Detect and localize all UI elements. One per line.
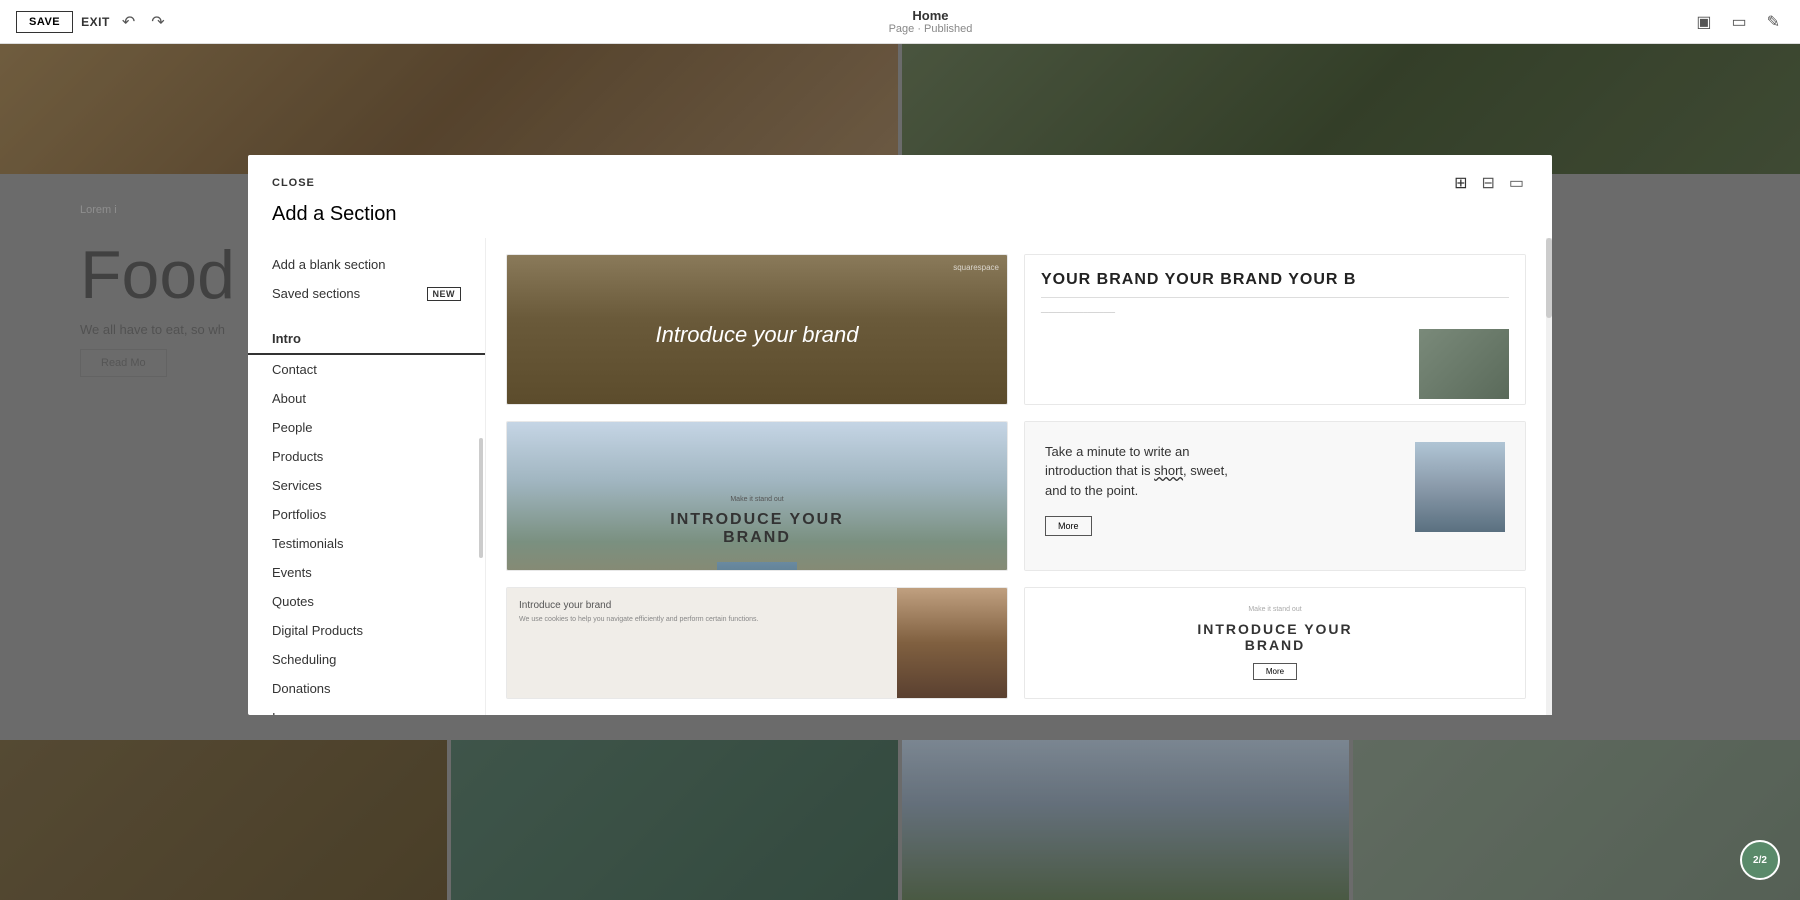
grid-large-view-button[interactable]: ⊞ xyxy=(1450,171,1471,195)
sidebar-item-donations[interactable]: Donations xyxy=(248,674,485,703)
template-preview-4: Take a minute to write anintroduction th… xyxy=(1025,422,1525,572)
template-grid: squarespace Introduce your brand YOUR BR… xyxy=(486,238,1546,715)
modal-body: Add a blank section Saved sections NEW I… xyxy=(248,238,1552,715)
page-title: Home xyxy=(889,8,973,23)
template-2-divider xyxy=(1041,297,1509,298)
redo-button[interactable]: ↷ xyxy=(147,8,168,36)
exit-button[interactable]: EXIT xyxy=(81,15,110,29)
close-button[interactable]: CLOSE xyxy=(272,177,315,189)
template-2-title: YOUR BRAND YOUR BRAND YOUR B xyxy=(1041,271,1509,289)
template-4-image xyxy=(1415,442,1505,532)
sidebar-item-portfolios[interactable]: Portfolios xyxy=(248,500,485,529)
template-card-3[interactable]: Make it stand out INTRODUCE YOURBRAND xyxy=(506,421,1008,572)
tablet-view-button[interactable]: ▭ xyxy=(1727,8,1750,36)
sidebar-item-quotes[interactable]: Quotes xyxy=(248,587,485,616)
sidebar-item-testimonials[interactable]: Testimonials xyxy=(248,529,485,558)
topbar: SAVE EXIT ↶ ↷ Home Page · Published ▣ ▭ … xyxy=(0,0,1800,44)
modal-header: CLOSE ⊞ ⊟ ▭ xyxy=(248,155,1552,195)
template-preview-1: squarespace Introduce your brand xyxy=(507,255,1007,405)
template-1-small-text: squarespace xyxy=(953,263,999,272)
template-1-title: Introduce your brand xyxy=(655,322,858,348)
grid-medium-view-button[interactable]: ⊟ xyxy=(1477,171,1498,195)
template-3-title: INTRODUCE YOURBRAND xyxy=(670,511,844,547)
template-3-overlay-image xyxy=(717,562,797,572)
undo-button[interactable]: ↶ xyxy=(118,8,139,36)
template-5-text: We use cookies to help you navigate effi… xyxy=(519,615,885,625)
edit-button[interactable]: ✎ xyxy=(1763,8,1784,36)
template-6-small: Make it stand out xyxy=(1248,606,1301,613)
template-card-6[interactable]: Make it stand out INTRODUCE YOURBRAND Mo… xyxy=(1024,587,1526,699)
topbar-left: SAVE EXIT ↶ ↷ xyxy=(16,8,169,36)
sidebar-item-contact[interactable]: Contact xyxy=(248,355,485,384)
template-5-left: Introduce your brand We use cookies to h… xyxy=(507,588,897,698)
template-2-subtext: ___________________ xyxy=(1041,306,1509,313)
sidebar-item-services[interactable]: Services xyxy=(248,471,485,500)
sidebar-item-images[interactable]: Images xyxy=(248,703,485,715)
content-scrollbar-track[interactable] xyxy=(1546,238,1552,715)
template-card-4[interactable]: Take a minute to write anintroduction th… xyxy=(1024,421,1526,572)
sidebar-item-people[interactable]: People xyxy=(248,413,485,442)
add-blank-section-item[interactable]: Add a blank section xyxy=(248,250,485,279)
template-card-2[interactable]: YOUR BRAND YOUR BRAND YOUR B ___________… xyxy=(1024,254,1526,405)
sidebar-item-events[interactable]: Events xyxy=(248,558,485,587)
notification-badge[interactable]: 2/2 xyxy=(1740,840,1780,880)
template-preview-6: Make it stand out INTRODUCE YOURBRAND Mo… xyxy=(1025,588,1525,698)
page-subtitle: Page · Published xyxy=(889,23,973,35)
view-icons: ⊞ ⊟ ▭ xyxy=(1450,171,1528,195)
template-card-1[interactable]: squarespace Introduce your brand xyxy=(506,254,1008,405)
modal-title: Add a Section xyxy=(248,195,1552,238)
content-scrollbar-thumb[interactable] xyxy=(1546,238,1552,318)
sidebar-item-scheduling[interactable]: Scheduling xyxy=(248,645,485,674)
template-4-button: More xyxy=(1045,516,1092,536)
modal-sidebar: Add a blank section Saved sections NEW I… xyxy=(248,238,486,715)
template-2-img xyxy=(1419,329,1509,399)
sidebar-item-intro[interactable]: Intro xyxy=(248,324,485,355)
template-6-title: INTRODUCE YOURBRAND xyxy=(1197,621,1352,653)
template-5-title: Introduce your brand xyxy=(519,600,885,611)
template-preview-3: Make it stand out INTRODUCE YOURBRAND xyxy=(507,422,1007,572)
template-3-small: Make it stand out xyxy=(730,496,783,503)
template-preview-2: YOUR BRAND YOUR BRAND YOUR B ___________… xyxy=(1025,255,1525,405)
template-card-5[interactable]: Introduce your brand We use cookies to h… xyxy=(506,587,1008,699)
template-4-body: Take a minute to write anintroduction th… xyxy=(1045,442,1399,501)
template-2-image xyxy=(1041,329,1509,399)
new-badge: NEW xyxy=(427,287,462,301)
sidebar-item-digital-products[interactable]: Digital Products xyxy=(248,616,485,645)
template-5-image xyxy=(897,588,1007,698)
add-section-modal: CLOSE ⊞ ⊟ ▭ Add a Section Add a blank se… xyxy=(248,155,1552,715)
topbar-right: ▣ ▭ ✎ xyxy=(1692,8,1784,36)
list-view-button[interactable]: ▭ xyxy=(1505,171,1528,195)
template-4-left: Take a minute to write anintroduction th… xyxy=(1045,442,1399,537)
saved-sections-item[interactable]: Saved sections NEW xyxy=(248,279,485,308)
topbar-center: Home Page · Published xyxy=(889,8,973,35)
sidebar-scrollbar[interactable] xyxy=(479,438,483,558)
sidebar-item-about[interactable]: About xyxy=(248,384,485,413)
desktop-view-button[interactable]: ▣ xyxy=(1692,8,1715,36)
sidebar-item-products[interactable]: Products xyxy=(248,442,485,471)
template-preview-5: Introduce your brand We use cookies to h… xyxy=(507,588,1007,698)
template-6-button: More xyxy=(1253,663,1297,680)
save-button[interactable]: SAVE xyxy=(16,11,73,33)
